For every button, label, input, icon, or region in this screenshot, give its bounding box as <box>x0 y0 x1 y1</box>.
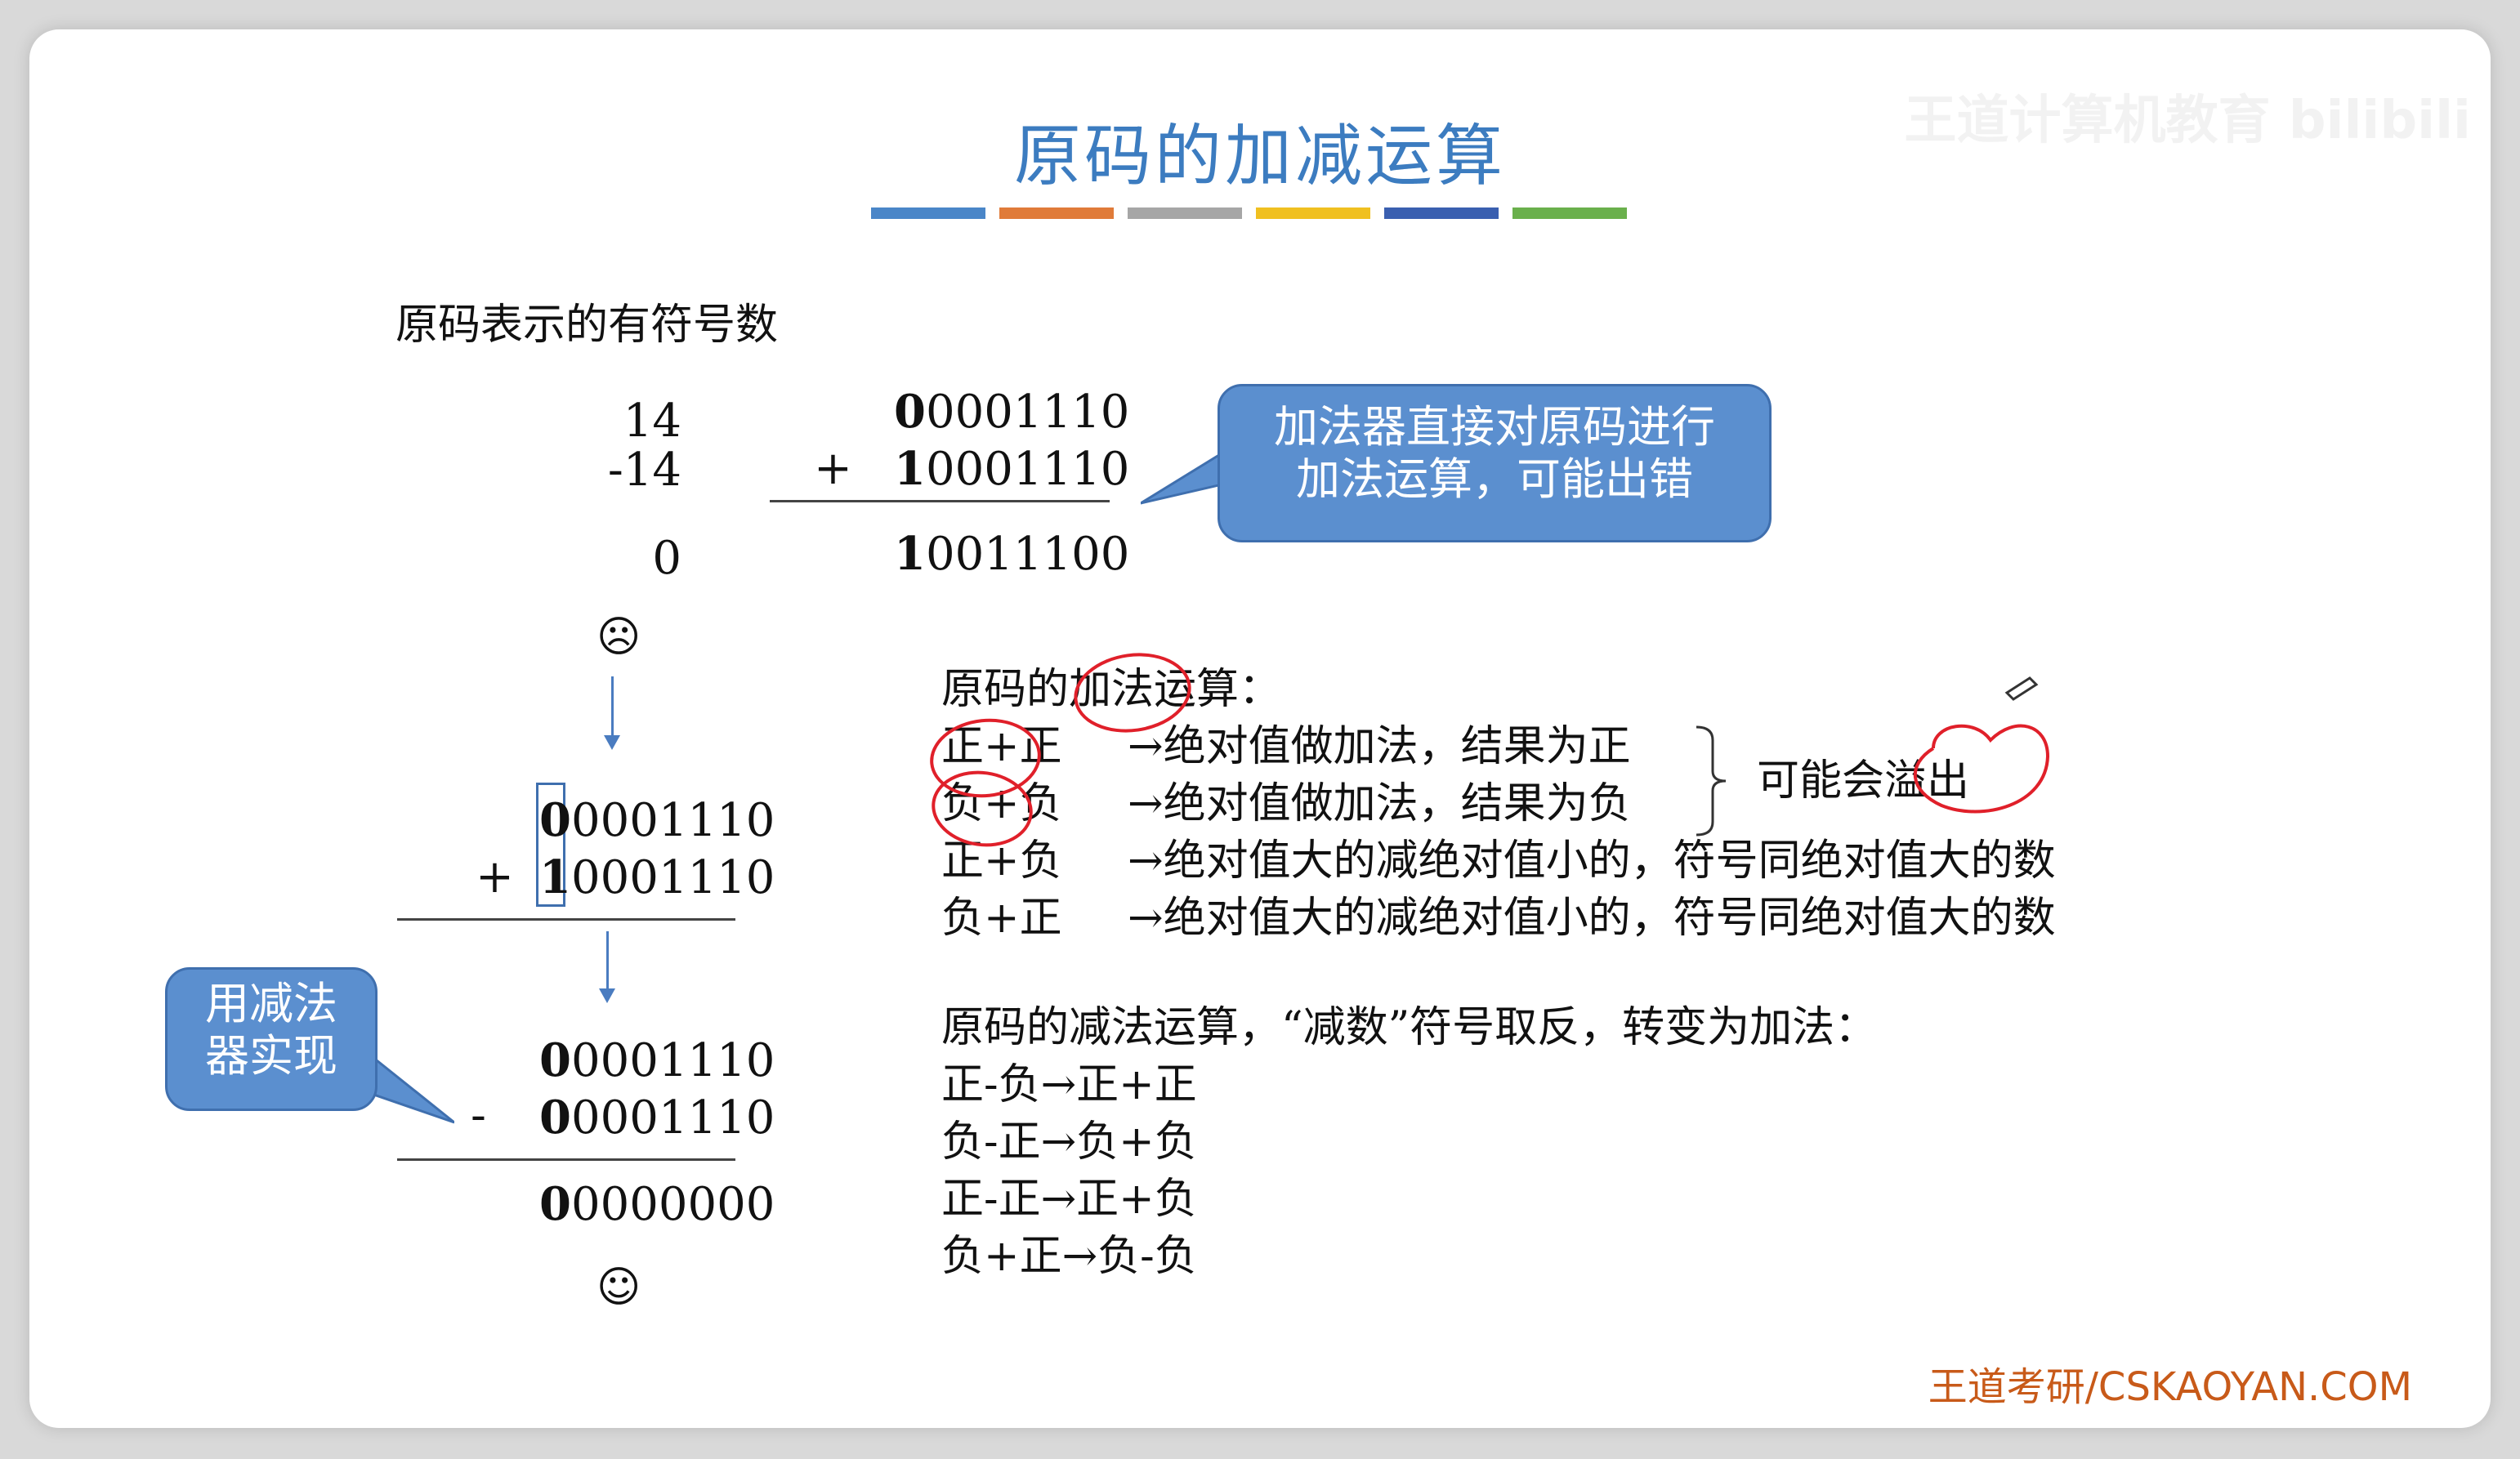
red-annotations <box>930 653 2050 847</box>
sub-rule: 负+正→负-负 <box>941 1232 1197 1281</box>
subtraction-heading: 原码的减法运算，“减数”符号取反，转变为加法： <box>941 1003 1878 1052</box>
sub-rule: 正-正→正+负 <box>941 1175 1197 1224</box>
sub-rule: 正-负→正+正 <box>941 1060 1197 1109</box>
footer-brand: 王道考研/CSKAOYAN.COM <box>1928 1364 2412 1410</box>
slide: 王道计算机教育 bilibili 原码的加减运算 原码表示的有符号数 14 -1… <box>29 29 2491 1428</box>
sub-rule: 负-正→负+负 <box>941 1118 1197 1167</box>
